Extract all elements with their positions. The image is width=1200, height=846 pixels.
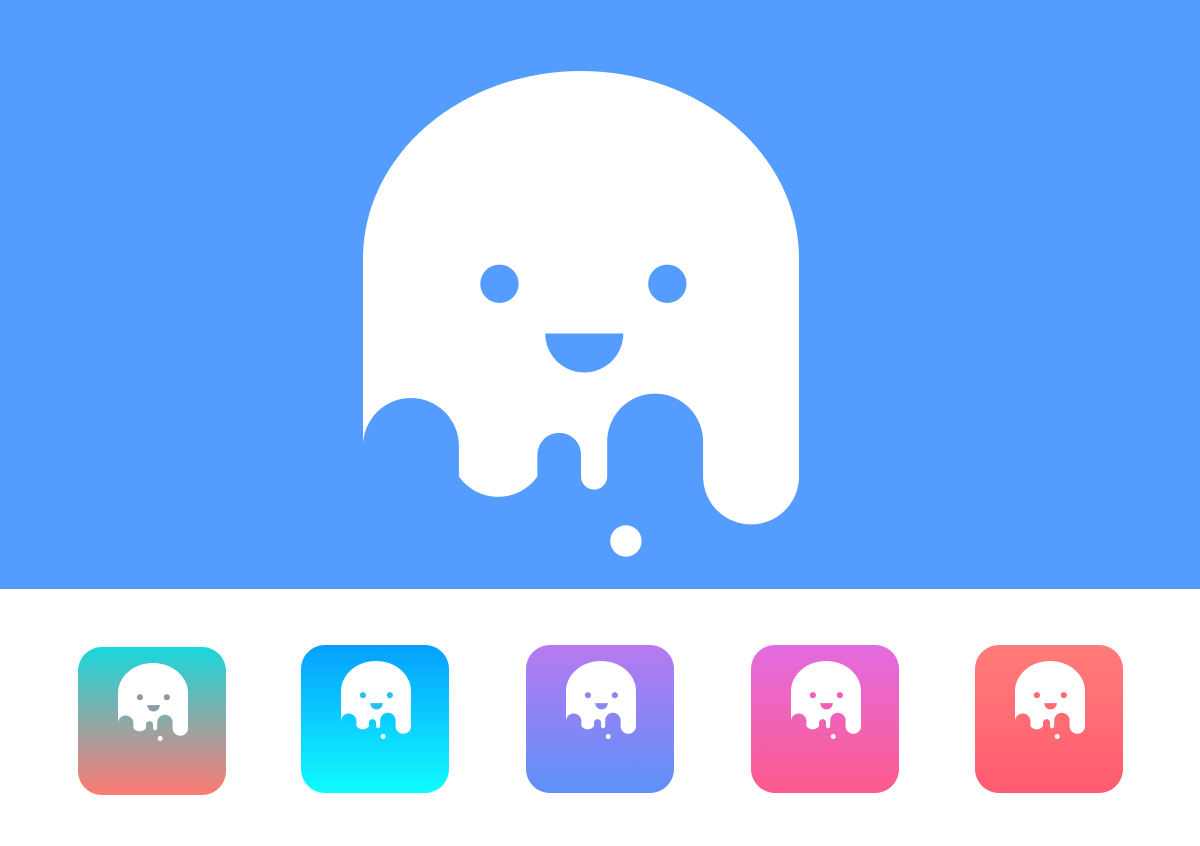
app-icon-blue-cyan xyxy=(301,645,449,793)
ghost-drip-drop xyxy=(380,733,386,739)
ghost-right-eye xyxy=(836,692,843,699)
ghost-drip-drop xyxy=(610,525,642,557)
app-icon-graphic xyxy=(751,645,899,793)
ghost-left-eye xyxy=(480,264,519,303)
ghost-right-eye xyxy=(163,694,170,701)
app-icon-salmon-red xyxy=(975,645,1123,793)
app-icon-teal-coral xyxy=(78,647,226,795)
ghost-left-eye xyxy=(584,692,591,699)
ghost-drip-drop xyxy=(1054,733,1060,739)
app-icon-graphic xyxy=(526,645,674,793)
ghost-left-eye xyxy=(359,692,366,699)
ghost-left-eye xyxy=(809,692,816,699)
app-icon-variants xyxy=(0,589,1200,846)
app-icon-graphic xyxy=(975,645,1123,793)
app-icon-graphic xyxy=(78,647,226,795)
ghost-left-eye xyxy=(136,694,143,701)
app-icon-graphic xyxy=(301,645,449,793)
ghost-right-eye xyxy=(648,264,687,303)
hero-banner xyxy=(0,0,1200,589)
ghost-right-eye xyxy=(386,692,393,699)
ghost-drip-drop xyxy=(157,735,163,741)
app-icon-magenta-pink xyxy=(751,645,899,793)
ghost-drip-drop xyxy=(830,733,836,739)
ghost-drip-drop xyxy=(605,733,611,739)
ghost-mascot-icon xyxy=(0,0,1200,589)
ghost-right-eye xyxy=(1060,692,1067,699)
ghost-right-eye xyxy=(611,692,618,699)
app-icon-purple-blue xyxy=(526,645,674,793)
ghost-left-eye xyxy=(1033,692,1040,699)
